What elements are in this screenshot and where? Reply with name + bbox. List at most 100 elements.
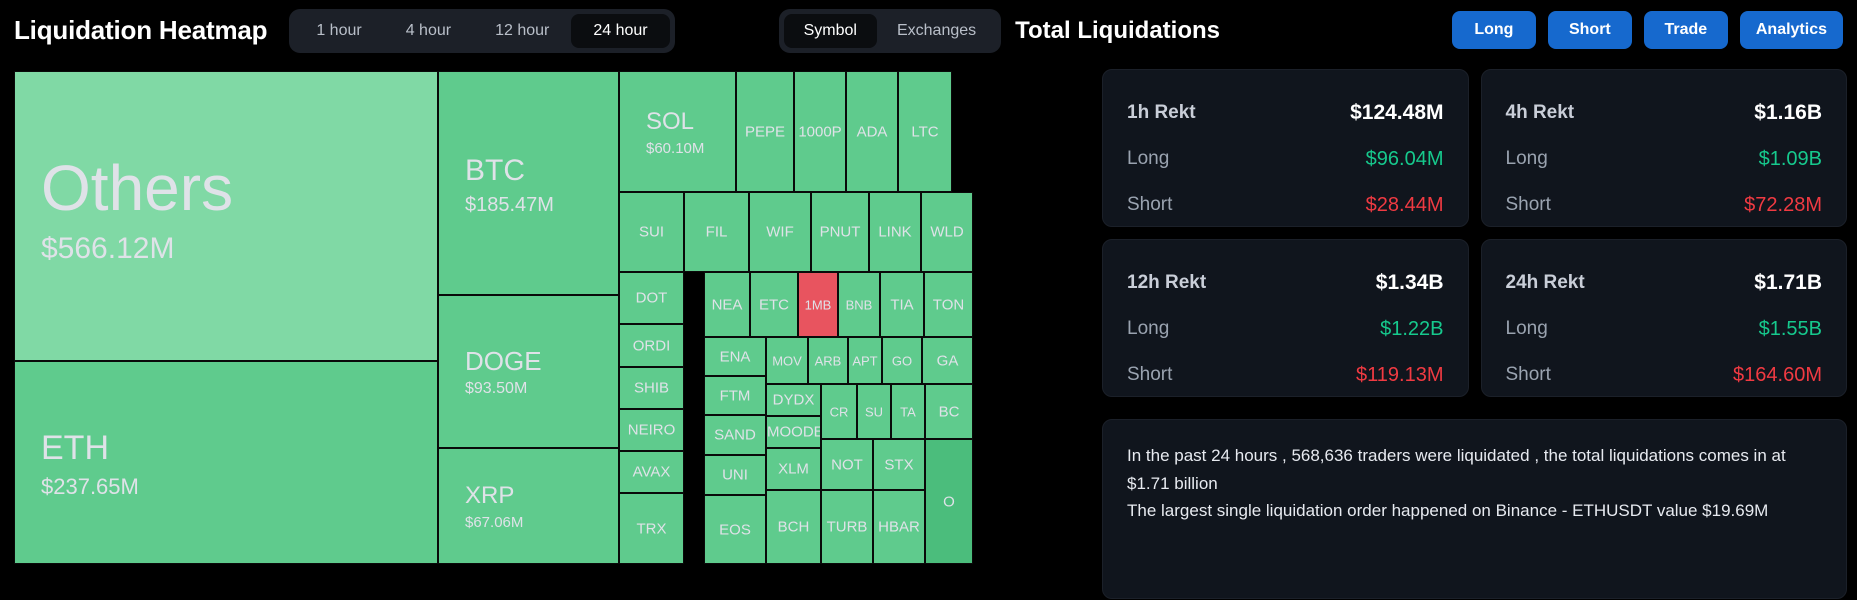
treemap-tile-mov[interactable]: MOV <box>766 337 808 384</box>
tile-symbol-label: UNI <box>705 468 765 483</box>
treemap-tile-pnut[interactable]: PNUT <box>811 192 869 272</box>
treemap-tile-hbar[interactable]: HBAR <box>873 490 925 564</box>
treemap-tile-apt[interactable]: APT <box>848 337 882 384</box>
treemap-tile-uni[interactable]: UNI <box>704 455 766 495</box>
treemap-tile-o[interactable]: O <box>925 439 973 564</box>
treemap-tile-dot[interactable]: DOT <box>619 272 684 324</box>
stat-row-short: Short$119.13M <box>1127 352 1444 398</box>
stat-row-long: Long$96.04M <box>1127 136 1444 182</box>
treemap-tile-1mb[interactable]: 1MB <box>798 272 838 337</box>
view-mode-toggle: SymbolExchanges <box>779 9 1002 53</box>
treemap-tile-doge[interactable]: DOGE$93.50M <box>438 295 619 448</box>
stat-short-label: Short <box>1127 194 1172 216</box>
treemap-tile-bch[interactable]: BCH <box>766 490 821 564</box>
treemap-tile-tia[interactable]: TIA <box>880 272 924 337</box>
treemap-tile-dydx[interactable]: DYDX <box>766 384 821 416</box>
treemap-tile-fil[interactable]: FIL <box>684 192 749 272</box>
tile-symbol-label: O <box>926 494 972 509</box>
treemap-tile-stx[interactable]: STX <box>873 439 925 490</box>
treemap-tile-ton[interactable]: TON <box>924 272 973 337</box>
tile-symbol-label: NOT <box>822 457 872 472</box>
treemap-tile-ta[interactable]: TA <box>891 384 925 439</box>
tile-symbol-label: BNB <box>839 298 879 311</box>
stat-row-short: Short$28.44M <box>1127 182 1444 228</box>
treemap-tile-arb[interactable]: ARB <box>808 337 848 384</box>
treemap-tile-moode[interactable]: MOODE <box>766 416 821 448</box>
timeframe-button-1-hour[interactable]: 1 hour <box>294 14 383 48</box>
long-button[interactable]: Long <box>1452 11 1536 49</box>
treemap-tile-bnb[interactable]: BNB <box>838 272 880 337</box>
tile-symbol-label: SU <box>858 405 890 418</box>
stat-row-long: Long $1.55B <box>1506 306 1823 352</box>
stat-short-label: Short <box>1506 194 1551 216</box>
stat-short-label: Short <box>1127 364 1172 386</box>
treemap-tile-link[interactable]: LINK <box>869 192 921 272</box>
treemap-tile-etc[interactable]: ETC <box>750 272 798 337</box>
short-button[interactable]: Short <box>1548 11 1632 49</box>
timeframe-button-4-hour[interactable]: 4 hour <box>384 14 473 48</box>
view-toggle-symbol[interactable]: Symbol <box>784 14 877 48</box>
trade-button[interactable]: Trade <box>1644 11 1728 49</box>
treemap-tile-not[interactable]: NOT <box>821 439 873 490</box>
tile-value-label: $67.06M <box>465 515 523 530</box>
treemap-tile-xlm[interactable]: XLM <box>766 448 821 490</box>
treemap-tile-eos[interactable]: EOS <box>704 495 766 564</box>
tile-symbol-label: AVAX <box>620 465 683 480</box>
treemap-tile-wif[interactable]: WIF <box>749 192 811 272</box>
treemap-tile-xrp[interactable]: XRP$67.06M <box>438 448 619 564</box>
treemap-tile-sol[interactable]: SOL$60.10M <box>619 71 736 192</box>
tile-symbol-label: NEA <box>705 297 749 312</box>
stat-card-1h: 1h Rekt$124.48MLong$96.04MShort$28.44M <box>1102 69 1469 227</box>
tile-symbol-label: MOODE <box>767 425 820 440</box>
tile-symbol-label: CR <box>822 405 856 418</box>
treemap-tile-cr[interactable]: CR <box>821 384 857 439</box>
treemap-tile-sand[interactable]: SAND <box>704 415 766 455</box>
stat-card-12h: 12h Rekt$1.34BLong$1.22BShort$119.13M <box>1102 239 1469 397</box>
action-buttons: Long Short Trade Analytics <box>1452 11 1843 49</box>
treemap-tile-avax[interactable]: AVAX <box>619 451 684 493</box>
tile-value-label: $60.10M <box>646 141 704 156</box>
stat-long-label: Long <box>1506 318 1548 340</box>
treemap-tile-ltc[interactable]: LTC <box>898 71 952 192</box>
treemap-tile-su[interactable]: SU <box>857 384 891 439</box>
treemap-tile-neiro[interactable]: NEIRO <box>619 409 684 451</box>
tile-symbol-label: TIA <box>881 297 923 312</box>
stat-row-total: 1h Rekt$124.48M <box>1127 90 1444 136</box>
stat-short-value: $164.60M <box>1733 364 1822 387</box>
treemap-tile-ordi[interactable]: ORDI <box>619 324 684 367</box>
treemap-tile-nea[interactable]: NEA <box>704 272 750 337</box>
treemap-tile-others[interactable]: Others$566.12M <box>14 71 438 361</box>
view-toggle-exchanges[interactable]: Exchanges <box>877 14 996 48</box>
tile-symbol-label: BC <box>926 404 972 419</box>
tile-symbol-label: Others <box>41 156 233 220</box>
total-liquidations-title: Total Liquidations <box>1015 17 1220 45</box>
treemap-tile-ada[interactable]: ADA <box>846 71 898 192</box>
treemap-tile-trx[interactable]: TRX <box>619 493 684 564</box>
treemap-tile-bc[interactable]: BC <box>925 384 973 439</box>
tile-symbol-label: ADA <box>847 124 897 139</box>
treemap-tile-turb[interactable]: TURB <box>821 490 873 564</box>
stat-long-value: $1.55B <box>1759 318 1822 341</box>
treemap-tile-eth[interactable]: ETH$237.65M <box>14 361 438 564</box>
timeframe-button-12-hour[interactable]: 12 hour <box>473 14 571 48</box>
treemap-tile-ga[interactable]: GA <box>922 337 973 384</box>
treemap-tile-wld[interactable]: WLD <box>921 192 973 272</box>
treemap-tile-ena[interactable]: ENA <box>704 337 766 376</box>
summary-line-1: In the past 24 hours , 568,636 traders w… <box>1127 442 1822 497</box>
tile-symbol-label: SAND <box>705 428 765 443</box>
treemap-tile-btc[interactable]: BTC$185.47M <box>438 71 619 295</box>
treemap-tile-1000p[interactable]: 1000P <box>794 71 846 192</box>
treemap-tile-pepe[interactable]: PEPE <box>736 71 794 192</box>
treemap-tile-ftm[interactable]: FTM <box>704 376 766 415</box>
tile-symbol-label: ENA <box>705 349 765 364</box>
stat-short-label: Short <box>1506 364 1551 386</box>
summary-card: In the past 24 hours , 568,636 traders w… <box>1102 419 1847 599</box>
tile-symbol-label: NEIRO <box>620 423 683 438</box>
treemap-tile-shib[interactable]: SHIB <box>619 367 684 409</box>
treemap-tile-sui[interactable]: SUI <box>619 192 684 272</box>
timeframe-button-24-hour[interactable]: 24 hour <box>571 14 669 48</box>
analytics-button[interactable]: Analytics <box>1740 11 1843 49</box>
stat-row-short: Short $164.60M <box>1506 352 1823 398</box>
treemap-tile-go[interactable]: GO <box>882 337 922 384</box>
tile-symbol-label: TON <box>925 297 972 312</box>
